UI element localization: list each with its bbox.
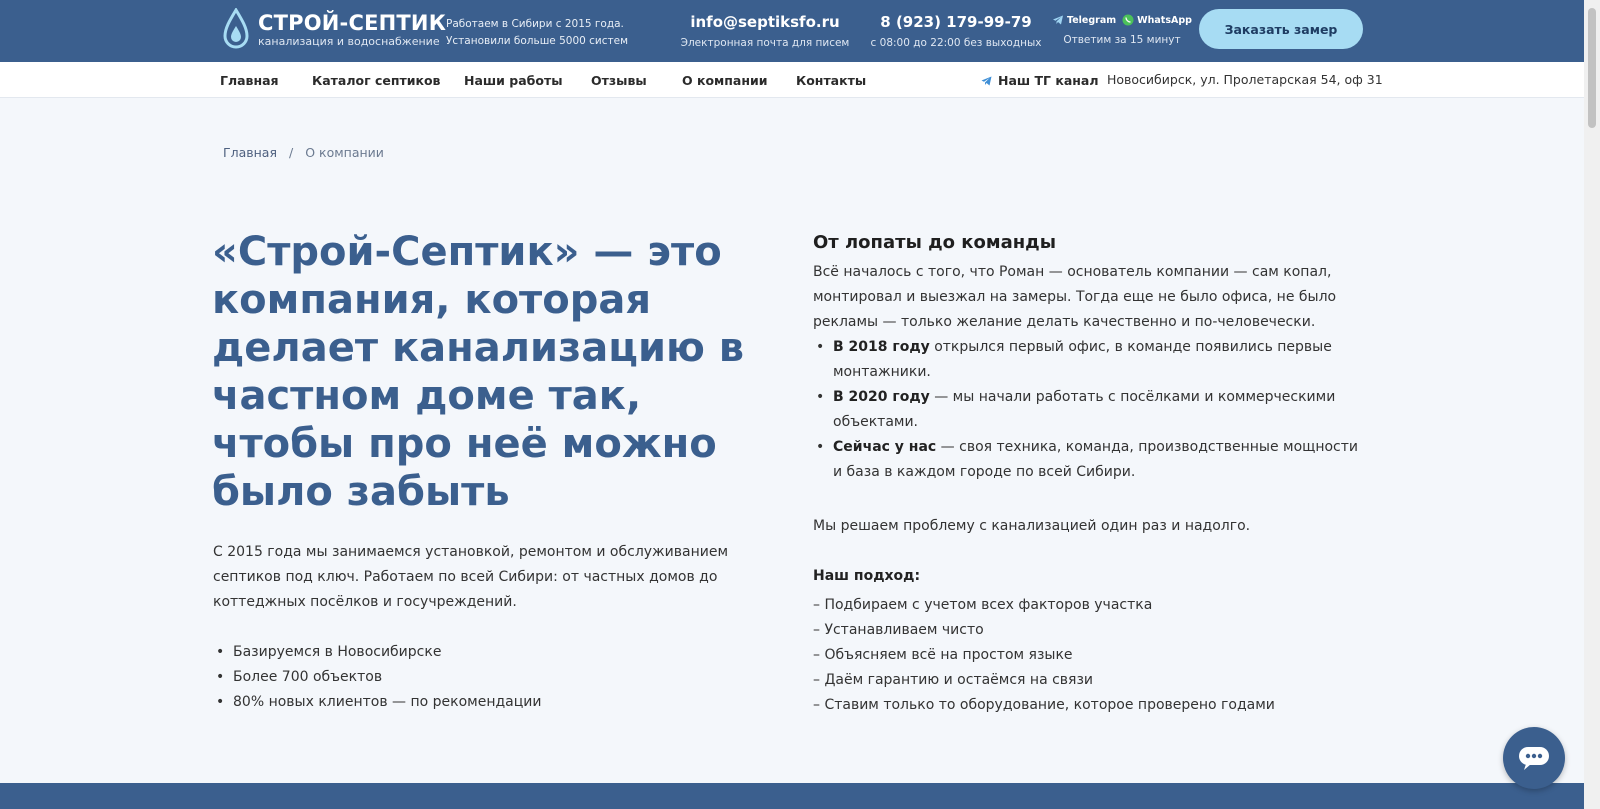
nav-item-home[interactable]: Главная xyxy=(220,73,279,88)
office-address: Новосибирск, ул. Пролетарская 54, оф 31 xyxy=(1107,72,1383,87)
logo-title: СТРОЙ-СЕПТИК xyxy=(258,10,447,35)
tagline: Работаем в Сибири с 2015 года. Установил… xyxy=(446,16,628,50)
chat-button[interactable] xyxy=(1503,727,1565,789)
messengers-caption: Ответим за 15 минут xyxy=(1063,34,1181,46)
email-caption: Электронная почта для писем xyxy=(680,37,850,49)
email-block: info@septiksfo.ru Электронная почта для … xyxy=(680,12,850,52)
list-item: – Даём гарантию и остаёмся на связи xyxy=(813,672,1094,688)
nav-item-about[interactable]: О компании xyxy=(682,73,768,88)
phone-block: 8 (923) 179-99-79 с 08:00 до 22:00 без в… xyxy=(866,12,1046,52)
messengers: Telegram WhatsApp Ответим за 15 минут xyxy=(1052,14,1192,46)
phone-link[interactable]: 8 (923) 179-99-79 xyxy=(866,12,1046,32)
nav-item-works[interactable]: Наши работы xyxy=(464,73,563,88)
tagline-line1: Работаем в Сибири с 2015 года. xyxy=(446,18,624,30)
footer-section xyxy=(0,783,1584,809)
telegram-link[interactable]: Telegram xyxy=(1052,14,1116,26)
chat-icon xyxy=(1519,747,1549,770)
approach-list: – Подбираем с учетом всех факторов участ… xyxy=(813,593,1275,718)
breadcrumb: Главная / О компании xyxy=(223,145,384,160)
telegram-icon xyxy=(1053,15,1063,25)
email-link[interactable]: info@septiksfo.ru xyxy=(680,12,850,32)
breadcrumb-current: О компании xyxy=(305,145,384,160)
water-drop-icon xyxy=(223,8,249,49)
list-item: В 2020 году — мы начали работать с посёл… xyxy=(813,385,1363,435)
list-item: – Подбираем с учетом всех факторов участ… xyxy=(813,597,1153,613)
list-item: Более 700 объектов xyxy=(213,665,541,690)
story-intro: Всё началось с того, что Роман — основат… xyxy=(813,264,1337,330)
whatsapp-icon xyxy=(1122,14,1134,26)
whatsapp-label: WhatsApp xyxy=(1137,14,1192,26)
approach-title: Наш подход: xyxy=(813,568,921,584)
milestone-label: Сейчас у нас xyxy=(833,439,937,455)
scrollbar-thumb[interactable] xyxy=(1588,8,1596,128)
list-item: 80% новых клиентов — по рекомендации xyxy=(213,690,541,715)
nav-item-contacts[interactable]: Контакты xyxy=(796,73,866,88)
list-item: Базируемся в Новосибирске xyxy=(213,640,541,665)
list-item: – Объясняем всё на простом языке xyxy=(813,647,1073,663)
logo[interactable]: СТРОЙ-СЕПТИК канализация и водоснабжение xyxy=(222,8,446,50)
page-scrollbar[interactable] xyxy=(1584,0,1600,809)
list-item: Сейчас у нас — своя техника, команда, пр… xyxy=(813,435,1363,485)
story-title: От лопаты до команды xyxy=(813,232,1056,253)
order-measure-button[interactable]: Заказать замер xyxy=(1199,9,1363,49)
hero-description: С 2015 года мы занимаемся установкой, ре… xyxy=(213,544,729,610)
page-title: «Строй-Септик» — это компания, которая д… xyxy=(212,229,745,515)
solve-statement: Мы решаем проблему с канализацией один р… xyxy=(813,518,1251,534)
list-item: В 2018 году открылся первый офис, в кома… xyxy=(813,335,1363,385)
milestones-list: В 2018 году открылся первый офис, в кома… xyxy=(813,335,1363,485)
hero-bullets: Базируемся в Новосибирске Более 700 объе… xyxy=(213,640,541,715)
milestone-label: В 2020 году xyxy=(833,389,930,405)
main-nav: Главная Каталог септиков Наши работы Отз… xyxy=(0,62,1584,98)
tg-channel-label: Наш ТГ канал xyxy=(998,73,1099,88)
list-item: – Ставим только то оборудование, которое… xyxy=(813,697,1275,713)
whatsapp-link[interactable]: WhatsApp xyxy=(1122,14,1192,26)
logo-subtitle: канализация и водоснабжение xyxy=(258,34,440,48)
milestone-label: В 2018 году xyxy=(833,339,930,355)
nav-item-catalog[interactable]: Каталог септиков xyxy=(312,73,440,88)
breadcrumb-home[interactable]: Главная xyxy=(223,145,277,160)
breadcrumb-separator: / xyxy=(289,145,294,160)
tagline-line2: Установили больше 5000 систем xyxy=(446,35,629,47)
telegram-icon xyxy=(981,76,992,85)
nav-item-reviews[interactable]: Отзывы xyxy=(591,73,647,88)
tg-channel-link[interactable]: Наш ТГ канал xyxy=(980,73,1099,88)
phone-caption: с 08:00 до 22:00 без выходных xyxy=(870,37,1042,49)
top-header: СТРОЙ-СЕПТИК канализация и водоснабжение… xyxy=(0,0,1584,62)
list-item: – Устанавливаем чисто xyxy=(813,622,984,638)
telegram-label: Telegram xyxy=(1067,14,1117,26)
